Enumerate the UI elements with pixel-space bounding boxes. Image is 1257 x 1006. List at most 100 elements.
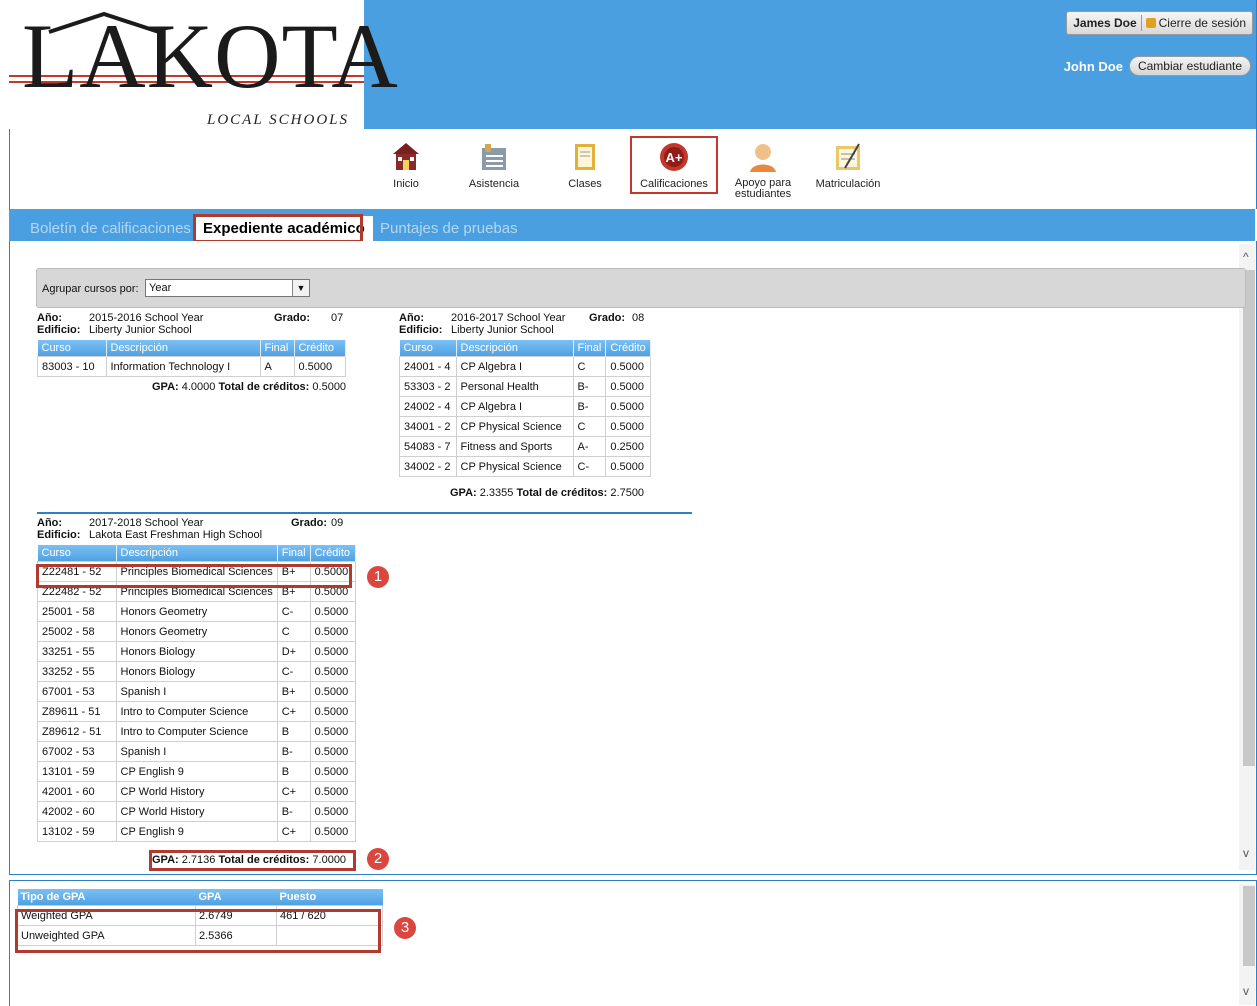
callout-badge: 2 bbox=[367, 848, 389, 870]
table-row: 83003 - 10 Information Technology I A 0.500… bbox=[37, 356, 346, 377]
grades-icon: A+ bbox=[660, 143, 688, 171]
block-header: Año: 2016-2017 School Year Grado: 08 Edi… bbox=[399, 312, 689, 336]
table-cell: Honors Geometry bbox=[115, 601, 278, 622]
table-cell: C- bbox=[572, 456, 607, 477]
scroll-up-icon[interactable]: ^ bbox=[1243, 250, 1249, 264]
table-cell: 0.5000 bbox=[309, 621, 356, 642]
year-label: Año: bbox=[399, 312, 425, 324]
col-rank: Puesto bbox=[276, 889, 383, 906]
table-row: 25002 - 58 Honors Geometry C 0.5000 bbox=[37, 621, 356, 642]
change-student-button[interactable]: Cambiar estudiante bbox=[1128, 56, 1251, 76]
table-row: 34001 - 2 CP Physical Science C 0.5000 bbox=[399, 416, 652, 437]
table-cell: B bbox=[276, 761, 311, 782]
table-cell: B- bbox=[572, 396, 607, 417]
callout-badge: 1 bbox=[367, 566, 389, 588]
group-by-value: Year bbox=[149, 282, 172, 294]
table-row: 24002 - 4 CP Algebra I B- 0.5000 bbox=[399, 396, 652, 417]
col-final: Final bbox=[260, 340, 295, 357]
group-by-label: Agrupar cursos por: bbox=[42, 283, 139, 295]
gpa-label: GPA: bbox=[152, 381, 179, 393]
scrollbar-thumb[interactable] bbox=[1243, 886, 1255, 966]
table-cell: C bbox=[572, 356, 607, 377]
table-cell: Z89611 - 51 bbox=[37, 701, 117, 722]
col-credit: Crédito bbox=[605, 340, 652, 357]
highlight-totals-box bbox=[149, 850, 356, 871]
callout-badge: 3 bbox=[394, 917, 416, 939]
table-cell: 0.5000 bbox=[293, 356, 346, 377]
table-cell: Honors Geometry bbox=[115, 621, 278, 642]
table-cell: 0.5000 bbox=[605, 456, 652, 477]
table-cell: A- bbox=[572, 436, 607, 457]
chevron-down-icon[interactable]: ▼ bbox=[292, 280, 309, 296]
divider bbox=[37, 512, 692, 514]
logout-link[interactable]: Cierre de sesión bbox=[1159, 12, 1246, 34]
scroll-down-icon[interactable]: v bbox=[1243, 846, 1249, 860]
student-row: John Doe Cambiar estudiante bbox=[1064, 56, 1251, 76]
nav-item-clases[interactable]: Clases bbox=[545, 140, 625, 190]
table-cell: 0.5000 bbox=[309, 761, 356, 782]
table-cell: Spanish I bbox=[115, 681, 278, 702]
grade-value: 07 bbox=[331, 312, 344, 324]
building-label: Edificio: bbox=[37, 529, 81, 541]
table-cell: 0.5000 bbox=[605, 376, 652, 397]
nav-item-apoyo[interactable]: Apoyo para estudiantes bbox=[723, 140, 803, 200]
table-cell: 42001 - 60 bbox=[37, 781, 117, 802]
table-cell: 0.5000 bbox=[309, 661, 356, 682]
table-cell: 53303 - 2 bbox=[399, 376, 457, 397]
table-cell: 33251 - 55 bbox=[37, 641, 117, 662]
table-cell: CP World History bbox=[115, 781, 278, 802]
building-value: Liberty Junior School bbox=[89, 324, 192, 336]
table-cell: B- bbox=[572, 376, 607, 397]
nav-item-matriculacion[interactable]: Matriculación bbox=[808, 140, 888, 190]
table-row: Z89611 - 51 Intro to Computer Science C+ 0.… bbox=[37, 701, 356, 722]
table-cell: 34001 - 2 bbox=[399, 416, 457, 437]
year-label: Año: bbox=[37, 517, 63, 529]
tab-report-card[interactable]: Boletín de calificaciones bbox=[22, 216, 199, 241]
table-cell: 0.5000 bbox=[309, 681, 356, 702]
table-cell: 42002 - 60 bbox=[37, 801, 117, 822]
table-cell: C+ bbox=[276, 821, 311, 842]
school-house-icon bbox=[393, 143, 419, 170]
table-cell: C bbox=[572, 416, 607, 437]
total-credits-value: 2.7500 bbox=[610, 487, 645, 499]
gpa-value: 4.0000 bbox=[181, 381, 216, 393]
grade-value: 08 bbox=[632, 312, 645, 324]
table-row: 67002 - 53 Spanish I B- 0.5000 bbox=[37, 741, 356, 762]
table-cell: Information Technology I bbox=[105, 356, 261, 377]
tab-test-scores[interactable]: Puntajes de pruebas bbox=[372, 216, 526, 241]
table-cell: 0.5000 bbox=[309, 701, 356, 722]
table-cell: 0.5000 bbox=[605, 396, 652, 417]
student-support-icon bbox=[750, 144, 776, 172]
table-cell: Fitness and Sports bbox=[455, 436, 574, 457]
table-row: 34002 - 2 CP Physical Science C- 0.5000 bbox=[399, 456, 652, 477]
table-cell: 0.5000 bbox=[309, 641, 356, 662]
main-nav bbox=[9, 129, 1257, 209]
col-credit: Crédito bbox=[310, 545, 356, 562]
group-by-select[interactable]: Year ▼ bbox=[145, 279, 310, 297]
nav-label: Calificaciones bbox=[640, 178, 708, 190]
total-credits-value: 0.5000 bbox=[312, 381, 347, 393]
grades-table: Curso Descripción Final Crédito 83003 - … bbox=[37, 340, 346, 377]
scroll-down-icon[interactable]: v bbox=[1243, 984, 1249, 998]
nav-item-asistencia[interactable]: Asistencia bbox=[454, 140, 534, 190]
col-credit: Crédito bbox=[294, 340, 346, 357]
table-row: 53303 - 2 Personal Health B- 0.5000 bbox=[399, 376, 652, 397]
table-cell: 67002 - 53 bbox=[37, 741, 117, 762]
table-row: 33251 - 55 Honors Biology D+ 0.5000 bbox=[37, 641, 356, 662]
col-description: Descripción bbox=[106, 340, 261, 357]
block-totals: GPA: 2.3355 Total de créditos: 2.7500 bbox=[450, 487, 644, 499]
highlight-row-box bbox=[36, 564, 352, 588]
table-cell: 0.5000 bbox=[605, 356, 652, 377]
table-cell: C- bbox=[276, 601, 311, 622]
col-course: Curso bbox=[37, 340, 107, 357]
table-cell: CP Algebra I bbox=[455, 356, 574, 377]
nav-item-inicio[interactable]: Inicio bbox=[366, 140, 446, 190]
svg-text:A+: A+ bbox=[666, 150, 683, 165]
table-row: 54083 - 7 Fitness and Sports A- 0.2500 bbox=[399, 436, 652, 457]
table-row: 25001 - 58 Honors Geometry C- 0.5000 bbox=[37, 601, 356, 622]
user-name[interactable]: James Doe bbox=[1073, 12, 1136, 34]
scrollbar-thumb[interactable] bbox=[1243, 270, 1255, 766]
nav-item-calificaciones[interactable]: A+ Calificaciones bbox=[630, 136, 718, 194]
table-cell: 24002 - 4 bbox=[399, 396, 457, 417]
table-cell: 0.5000 bbox=[309, 601, 356, 622]
